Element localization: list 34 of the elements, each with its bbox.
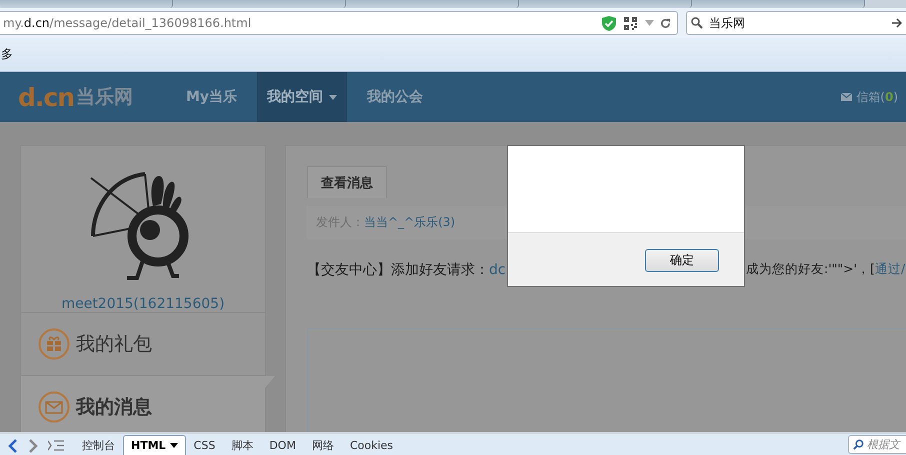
devtools-search-field[interactable]: 根据文 xyxy=(848,435,906,454)
nav-item[interactable]: 我的空间 xyxy=(257,72,348,122)
shield-icon[interactable] xyxy=(602,16,616,30)
back-icon[interactable] xyxy=(8,436,18,455)
message-text: 成为您的好友:'"">'，[ xyxy=(746,261,875,278)
bookmark-item[interactable]: 多 xyxy=(1,46,13,63)
mailbox-link[interactable]: 信箱(0) xyxy=(856,88,898,106)
panel-tab[interactable]: 查看消息 xyxy=(307,166,387,198)
mail-icon xyxy=(38,391,70,423)
search-field[interactable]: 当乐网 xyxy=(686,11,906,35)
address-bar[interactable]: my.d.cn/message/detail_136098166.html xyxy=(0,11,678,35)
nav-item[interactable]: My当乐 xyxy=(176,72,248,122)
devtools-tab[interactable]: 网络 xyxy=(304,435,342,455)
devtools-tab[interactable]: HTML xyxy=(123,435,186,455)
devtools-tab[interactable]: 控制台 xyxy=(74,435,123,455)
gift-icon xyxy=(38,328,70,360)
qr-code-icon[interactable] xyxy=(624,16,637,30)
go-arrow-icon[interactable] xyxy=(892,18,902,28)
search-text: 当乐网 xyxy=(709,14,746,32)
search-icon xyxy=(853,439,864,450)
search-icon xyxy=(691,17,703,29)
url-text: my.d.cn/message/detail_136098166.html xyxy=(3,16,252,30)
devtools-tab[interactable]: CSS xyxy=(186,435,224,455)
nav-item[interactable]: 我的公会 xyxy=(357,72,434,122)
ok-button[interactable]: 确定 xyxy=(645,249,719,272)
devtools-tab[interactable]: Cookies xyxy=(342,435,402,455)
dropdown-icon[interactable] xyxy=(645,20,654,26)
devtools-tab[interactable]: DOM xyxy=(261,435,304,455)
message-text: 【交友中心】添加好友请求： xyxy=(307,260,489,278)
sidebar-item[interactable]: 我的消息 xyxy=(21,376,275,432)
mail-icon xyxy=(841,93,852,101)
devtools-tab[interactable]: 脚本 xyxy=(223,435,262,455)
reload-icon[interactable] xyxy=(660,18,671,28)
forward-icon[interactable] xyxy=(28,436,38,455)
